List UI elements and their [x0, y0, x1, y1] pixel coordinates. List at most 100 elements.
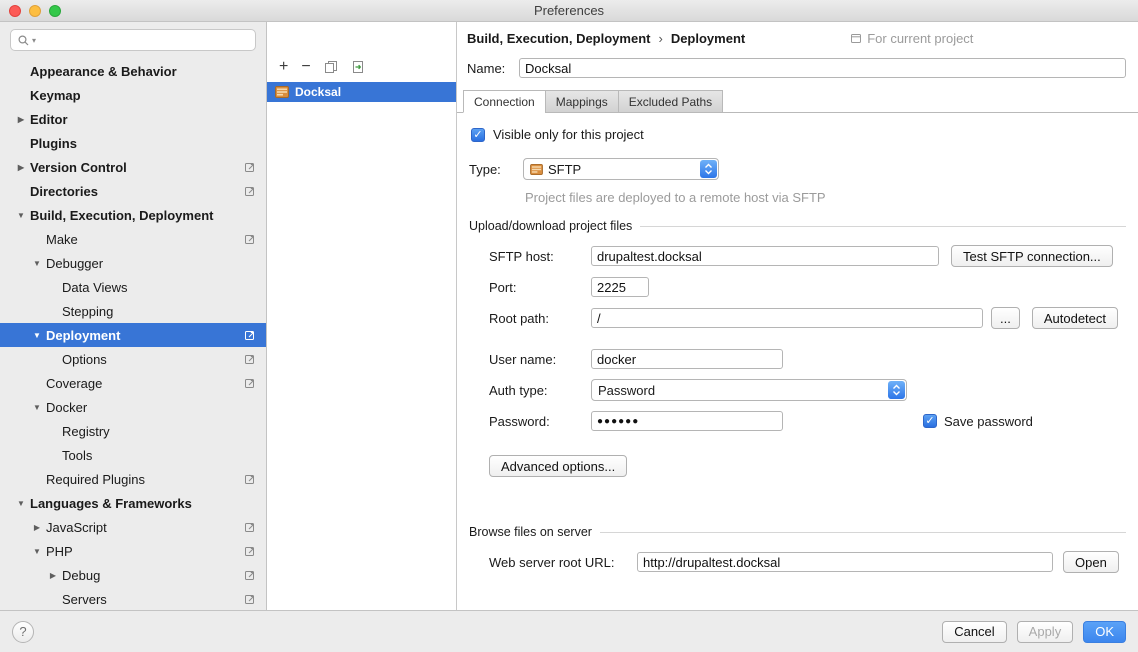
- sidebar-item-javascript[interactable]: ▶JavaScript: [0, 515, 266, 539]
- server-list-toolbar: + −: [267, 54, 456, 80]
- sidebar-item-label: Editor: [30, 112, 266, 127]
- sidebar-item-label: Make: [46, 232, 266, 247]
- chevron-down-icon[interactable]: ▼: [12, 211, 30, 220]
- chevron-right-icon[interactable]: ▶: [12, 163, 30, 172]
- copy-server-button[interactable]: [324, 59, 338, 75]
- help-button[interactable]: ?: [12, 621, 34, 643]
- server-item-docksal[interactable]: Docksal: [267, 82, 456, 102]
- sidebar-item-plugins[interactable]: Plugins: [0, 131, 266, 155]
- type-label: Type:: [469, 162, 523, 177]
- chevron-right-icon[interactable]: ▶: [44, 571, 62, 580]
- zoom-button[interactable]: [49, 5, 61, 17]
- sidebar-item-php[interactable]: ▼PHP: [0, 539, 266, 563]
- sidebar-item-editor[interactable]: ▶Editor: [0, 107, 266, 131]
- breadcrumb-deployment: Deployment: [671, 31, 745, 46]
- settings-tree: Appearance & BehaviorKeymap▶EditorPlugin…: [0, 55, 266, 610]
- sidebar-item-make[interactable]: Make: [0, 227, 266, 251]
- sidebar-item-version-control[interactable]: ▶Version Control: [0, 155, 266, 179]
- user-name-input[interactable]: [591, 349, 783, 369]
- visible-only-checkbox[interactable]: ✓: [471, 128, 485, 142]
- tab-mappings[interactable]: Mappings: [545, 90, 619, 113]
- project-settings-icon: [244, 185, 256, 197]
- sidebar-item-options[interactable]: Options: [0, 347, 266, 371]
- project-settings-icon: [244, 377, 256, 389]
- password-input[interactable]: [591, 411, 783, 431]
- sidebar-item-debugger[interactable]: ▼Debugger: [0, 251, 266, 275]
- chevron-down-icon[interactable]: ▼: [28, 403, 46, 412]
- sftp-host-label: SFTP host:: [489, 249, 591, 264]
- sidebar-item-label: PHP: [46, 544, 266, 559]
- server-item-label: Docksal: [295, 85, 341, 99]
- project-settings-icon: [244, 473, 256, 485]
- sidebar-item-languages-frameworks[interactable]: ▼Languages & Frameworks: [0, 491, 266, 515]
- sftp-host-input[interactable]: [591, 246, 939, 266]
- apply-button[interactable]: Apply: [1017, 621, 1074, 643]
- search-options-chevron-icon[interactable]: ▾: [32, 36, 36, 45]
- window-titlebar: Preferences: [0, 0, 1138, 22]
- sidebar-item-label: Data Views: [62, 280, 266, 295]
- port-input[interactable]: [591, 277, 649, 297]
- settings-search-input[interactable]: [38, 33, 249, 48]
- test-sftp-connection-button[interactable]: Test SFTP connection...: [951, 245, 1113, 267]
- auth-type-select[interactable]: Password: [591, 379, 907, 401]
- chevron-down-icon[interactable]: ▼: [28, 547, 46, 556]
- tab-excluded-paths[interactable]: Excluded Paths: [618, 90, 723, 113]
- chevron-down-icon[interactable]: ▼: [28, 331, 46, 340]
- sidebar-item-coverage[interactable]: Coverage: [0, 371, 266, 395]
- settings-header: Build, Execution, Deployment › Deploymen…: [457, 22, 1138, 54]
- sidebar-item-tools[interactable]: Tools: [0, 443, 266, 467]
- sidebar-item-appearance-behavior[interactable]: Appearance & Behavior: [0, 59, 266, 83]
- advanced-options-button[interactable]: Advanced options...: [489, 455, 627, 477]
- close-button[interactable]: [9, 5, 21, 17]
- root-path-label: Root path:: [489, 311, 591, 326]
- sidebar-item-directories[interactable]: Directories: [0, 179, 266, 203]
- minimize-button[interactable]: [29, 5, 41, 17]
- sidebar-item-build-execution-deployment[interactable]: ▼Build, Execution, Deployment: [0, 203, 266, 227]
- root-path-input[interactable]: [591, 308, 983, 328]
- browse-section-title: Browse files on server: [469, 525, 592, 539]
- breadcrumb-build-execution-deployment[interactable]: Build, Execution, Deployment: [467, 31, 650, 46]
- chevron-right-icon[interactable]: ▶: [12, 115, 30, 124]
- sidebar-item-required-plugins[interactable]: Required Plugins: [0, 467, 266, 491]
- remove-server-button[interactable]: −: [301, 59, 310, 75]
- root-path-browse-button[interactable]: ...: [991, 307, 1020, 329]
- save-password-label: Save password: [944, 414, 1033, 429]
- sidebar-item-stepping[interactable]: Stepping: [0, 299, 266, 323]
- breadcrumb-separator: ›: [658, 31, 662, 46]
- project-scope-icon: [850, 32, 862, 44]
- add-server-button[interactable]: +: [279, 59, 288, 75]
- chevron-down-icon[interactable]: ▼: [28, 259, 46, 268]
- cancel-button[interactable]: Cancel: [942, 621, 1006, 643]
- web-root-input[interactable]: [637, 552, 1053, 572]
- connection-tab-content: ✓ Visible only for this project Type: SF…: [457, 112, 1138, 610]
- chevron-right-icon[interactable]: ▶: [28, 523, 46, 532]
- chevron-down-icon[interactable]: ▼: [12, 499, 30, 508]
- sidebar-item-label: Keymap: [30, 88, 266, 103]
- type-select[interactable]: SFTP: [523, 158, 719, 180]
- save-password-checkbox[interactable]: ✓: [923, 414, 937, 428]
- deployment-settings-panel: Build, Execution, Deployment › Deploymen…: [457, 22, 1138, 610]
- server-rows: Docksal: [267, 82, 456, 102]
- open-button[interactable]: Open: [1063, 551, 1119, 573]
- project-settings-icon: [244, 545, 256, 557]
- tab-connection[interactable]: Connection: [463, 90, 546, 113]
- use-as-default-button[interactable]: [351, 59, 365, 75]
- type-value: SFTP: [548, 162, 581, 177]
- sidebar-item-debug[interactable]: ▶Debug: [0, 563, 266, 587]
- sidebar-item-data-views[interactable]: Data Views: [0, 275, 266, 299]
- sidebar-item-label: Options: [62, 352, 266, 367]
- dropdown-stepper-icon: [700, 160, 717, 178]
- autodetect-button[interactable]: Autodetect: [1032, 307, 1118, 329]
- ok-button[interactable]: OK: [1083, 621, 1126, 643]
- sidebar-item-deployment[interactable]: ▼Deployment: [0, 323, 266, 347]
- settings-search-field[interactable]: ▾: [10, 29, 256, 51]
- sidebar-item-label: Build, Execution, Deployment: [30, 208, 266, 223]
- sidebar-item-servers[interactable]: Servers: [0, 587, 266, 610]
- server-name-input[interactable]: [519, 58, 1126, 78]
- copy-icon: [324, 60, 338, 74]
- sidebar-item-label: Languages & Frameworks: [30, 496, 266, 511]
- sidebar-item-keymap[interactable]: Keymap: [0, 83, 266, 107]
- sidebar-item-docker[interactable]: ▼Docker: [0, 395, 266, 419]
- settings-sidebar: ▾ Appearance & BehaviorKeymap▶EditorPlug…: [0, 22, 267, 610]
- sidebar-item-registry[interactable]: Registry: [0, 419, 266, 443]
